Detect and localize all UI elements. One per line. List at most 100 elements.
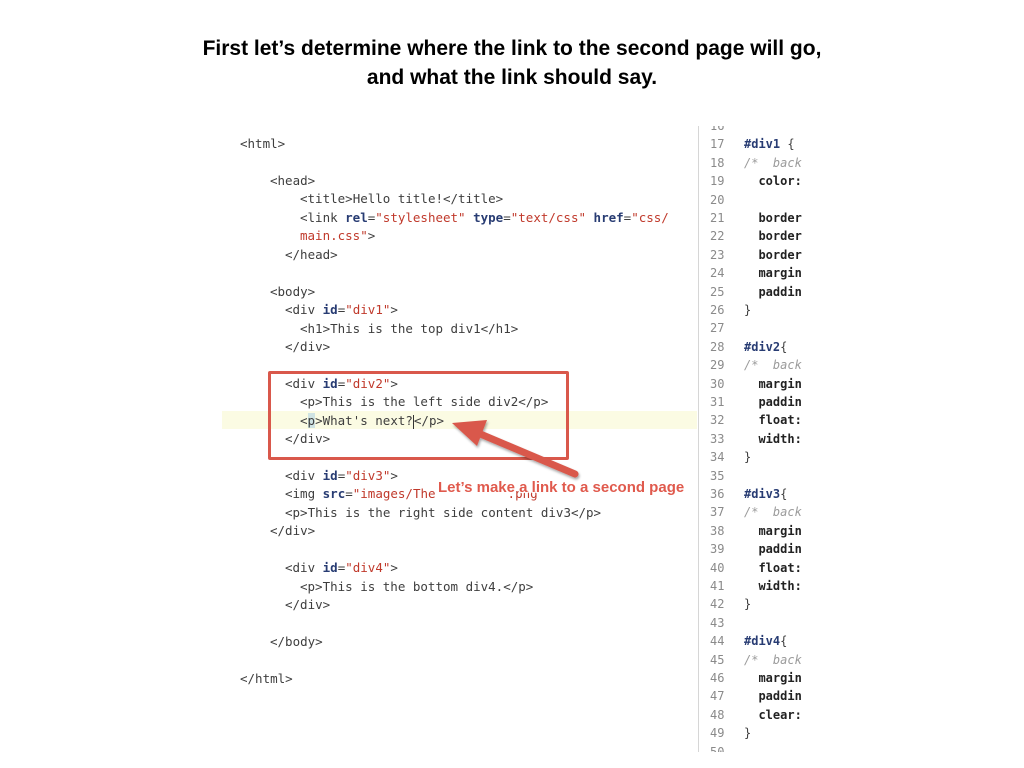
value-href-end: main.css": [300, 228, 368, 243]
line-number: 37: [710, 505, 725, 520]
line-number: 44: [710, 634, 725, 649]
line-number: 46: [710, 671, 725, 685]
pane-divider[interactable]: [698, 126, 699, 752]
css-code-line: float:: [744, 413, 802, 428]
line-number: 34: [710, 450, 725, 465]
attr-type: type: [473, 210, 504, 225]
attr-href: href: [593, 210, 624, 225]
css-code-line: clear:: [744, 707, 802, 722]
css-selector: #div1: [744, 137, 781, 152]
css-code-line: #div2{: [744, 338, 787, 356]
css-code-line: float:: [744, 560, 802, 575]
h1-close-tag: </h1>: [480, 321, 519, 336]
attr-id: id: [322, 302, 338, 317]
css-code-line: /* back: [744, 155, 802, 170]
css-code-line: color:: [744, 174, 802, 189]
code-line: <div id="div4">: [285, 559, 398, 577]
link-open-tag: <link: [300, 210, 346, 225]
code-line: <body>: [270, 283, 315, 301]
line-number: 23: [710, 247, 725, 262]
line-number: 45: [710, 652, 725, 667]
line-number: 20: [710, 192, 725, 207]
css-selector: #div4: [744, 634, 781, 649]
css-code-line: width:: [744, 431, 802, 446]
code-line: </div>: [270, 522, 315, 540]
line-number: 35: [710, 468, 725, 483]
div-open-tag: <div: [285, 560, 323, 575]
css-code-line: margin: [744, 266, 802, 281]
value-div1: "div1": [345, 302, 391, 317]
p-text: This is the right side content div3: [307, 505, 571, 520]
p-open-tag: <p>: [300, 579, 323, 594]
css-brace: {: [780, 634, 788, 649]
attr-src: src: [322, 486, 346, 501]
attr-id: id: [322, 560, 338, 575]
line-number: 49: [710, 726, 725, 741]
css-code-line: }: [744, 726, 752, 741]
tag-close-bracket: >: [390, 560, 398, 575]
value-div4: "div4": [345, 560, 391, 575]
line-number: 40: [710, 560, 725, 575]
code-line: <link rel="stylesheet" type="text/css" h…: [300, 209, 669, 227]
css-selector: #div3: [744, 487, 781, 501]
code-line: <h1>This is the top div1</h1>: [300, 320, 518, 338]
line-number: 48: [710, 707, 725, 722]
body-open-tag: <body>: [270, 284, 316, 299]
line-number: 30: [710, 376, 725, 391]
line-number: 17: [710, 137, 725, 152]
css-code-line: border: [744, 247, 802, 262]
line-number: 26: [710, 303, 725, 317]
code-line: <p>This is the bottom div4.</p>: [300, 578, 533, 596]
h1-text: This is the top div1: [330, 321, 481, 336]
css-code-line: /* back: [744, 505, 802, 520]
code-line: <p>This is the right side content div3</…: [285, 504, 601, 522]
css-code-line: margin: [744, 523, 802, 538]
p-open-tag: <p>: [285, 505, 308, 520]
equals: =: [345, 486, 353, 501]
css-code-line: /* back: [744, 652, 802, 667]
line-number: 41: [710, 579, 725, 593]
css-brace: {: [780, 137, 795, 152]
code-line: </html>: [240, 670, 293, 688]
line-number: 27: [710, 321, 725, 336]
annotation-label: Let’s make a link to a second page: [438, 479, 685, 496]
line-number: 47: [710, 689, 725, 704]
p-close-tag: </p>: [503, 579, 534, 594]
value-stylesheet: "stylesheet": [375, 210, 466, 225]
code-line: <title>Hello title!</title>: [300, 190, 503, 208]
code-line: <div id="div1">: [285, 301, 398, 319]
img-open-tag: <img: [285, 486, 323, 501]
body-close-tag: </body>: [270, 634, 323, 649]
css-code-line: }: [744, 303, 752, 317]
line-number: 16: [710, 126, 725, 133]
css-selector: #div2: [744, 339, 781, 354]
line-number: 22: [710, 229, 725, 244]
value-href-start: "css/: [631, 210, 669, 225]
slide-title: First let’s determine where the link to …: [0, 34, 1024, 92]
attr-id: id: [322, 468, 338, 483]
value-div3: "div3": [345, 468, 391, 483]
line-number: 18: [710, 155, 725, 170]
css-code-line: border: [744, 211, 802, 225]
css-code-line: paddin: [744, 395, 802, 409]
line-number: 36: [710, 487, 725, 501]
css-code-line: border: [744, 229, 802, 244]
css-code-line: /* back: [744, 358, 802, 373]
value-text-css: "text/css": [510, 210, 587, 225]
h1-open-tag: <h1>: [300, 321, 331, 336]
title-close-tag: </title>: [443, 191, 504, 206]
title-text: Hello title!: [352, 191, 443, 206]
tag-close-bracket: >: [390, 468, 398, 483]
p-text: This is the bottom div4.: [322, 579, 504, 594]
css-code-editor[interactable]: 16 17 #div1 {18/* back 19 color: 20 21 border…: [700, 126, 810, 752]
attr-rel: rel: [345, 210, 368, 225]
css-code-line: margin: [744, 376, 802, 391]
div-close-tag: </div>: [270, 523, 316, 538]
css-brace: {: [780, 487, 788, 501]
code-line: </div>: [285, 596, 330, 614]
code-line: main.css">: [300, 227, 375, 245]
css-code-line: paddin: [744, 542, 802, 557]
title-open-tag: <title>: [300, 191, 353, 206]
css-code-line: }: [744, 597, 752, 612]
css-code-line: margin: [744, 671, 802, 685]
